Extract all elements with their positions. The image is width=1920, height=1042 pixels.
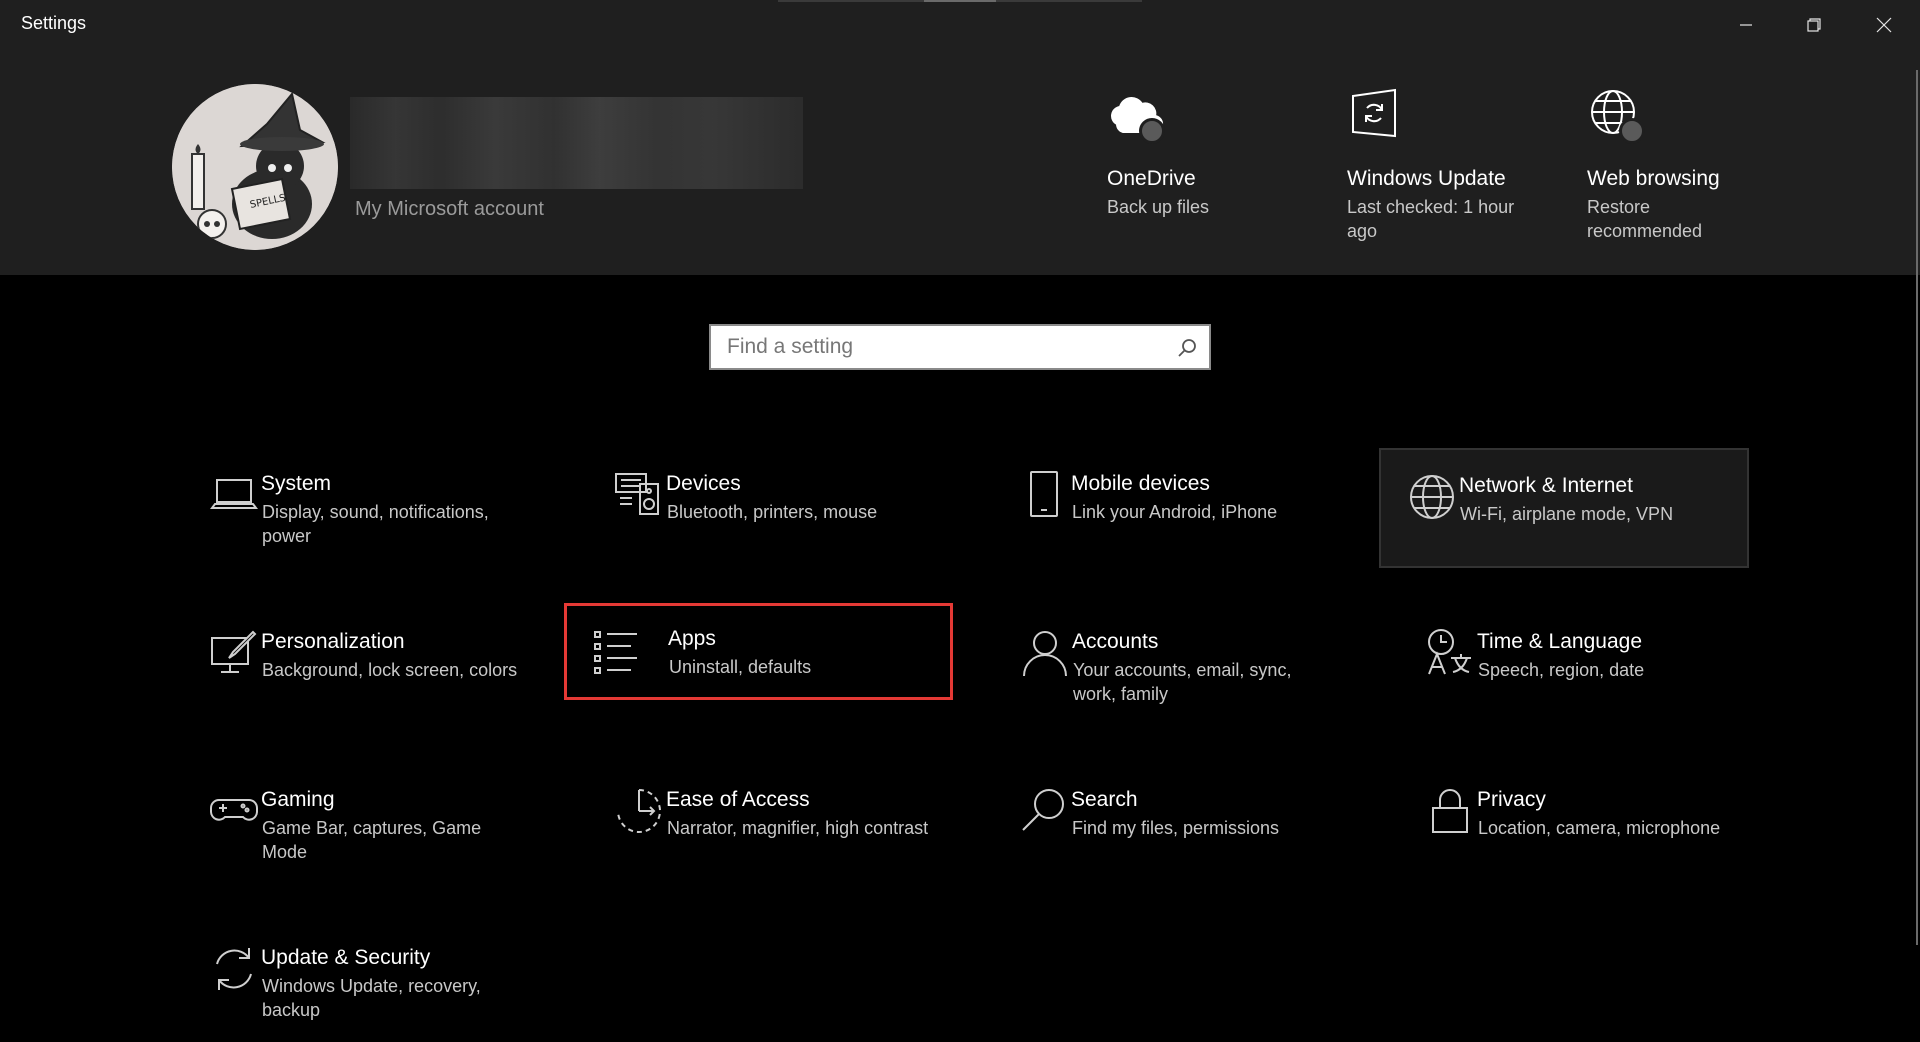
paint-brush-icon (209, 628, 259, 678)
avatar[interactable]: SPELLS (172, 84, 338, 250)
web-globe-icon (1587, 86, 1647, 146)
tile-title: Ease of Access (666, 788, 810, 811)
tile-apps[interactable]: Apps Uninstall, defaults (564, 603, 953, 700)
tile-title: Time & Language (1477, 630, 1642, 653)
tile-update-security[interactable]: Update & Security Windows Update, recove… (183, 922, 553, 1042)
close-button[interactable] (1850, 0, 1918, 49)
onedrive-cloud-icon (1107, 86, 1167, 146)
scrollbar[interactable] (1916, 70, 1918, 945)
gamepad-icon (209, 786, 259, 836)
tile-subtitle: Display, sound, notifications, power (262, 502, 489, 546)
windows-update-icon (1347, 86, 1407, 146)
tile-subtitle: Bluetooth, printers, mouse (667, 502, 878, 522)
tile-subtitle: Background, lock screen, colors (262, 660, 518, 680)
tile-subtitle: Narrator, magnifier, high contrast (667, 818, 929, 838)
tile-subtitle: Wi-Fi, airplane mode, VPN (1460, 504, 1674, 524)
tile-subtitle: Location, camera, microphone (1478, 818, 1721, 838)
tile-devices[interactable]: Devices Bluetooth, printers, mouse (588, 448, 958, 568)
title-bar: Settings (0, 0, 1920, 49)
minimize-icon (1740, 23, 1752, 26)
laptop-icon (209, 470, 259, 520)
quick-onedrive[interactable]: OneDrive Back up files (1107, 86, 1287, 219)
window-title: Settings (21, 13, 87, 33)
status-dot (1139, 118, 1165, 144)
tile-accounts[interactable]: Accounts Your accounts, email, sync, wor… (994, 606, 1364, 726)
quick-title: OneDrive (1107, 167, 1196, 190)
account-header: SPELLS My Microsoft account OneDrive Bac… (0, 49, 1920, 275)
lock-icon (1425, 786, 1475, 836)
quick-subtitle: Last checked: 1 hour ago (1347, 197, 1515, 241)
restore-button[interactable] (1780, 0, 1848, 49)
tile-network-internet[interactable]: Network & Internet Wi-Fi, airplane mode,… (1379, 448, 1749, 568)
tile-title: Personalization (261, 630, 405, 653)
tile-ease-of-access[interactable]: Ease of Access Narrator, magnifier, high… (588, 764, 958, 884)
tile-title: Gaming (261, 788, 335, 811)
sync-arrows-icon (209, 944, 259, 994)
tile-gaming[interactable]: Gaming Game Bar, captures, Game Mode (183, 764, 553, 884)
tile-title: Network & Internet (1459, 474, 1633, 497)
tile-title: Search (1071, 788, 1138, 811)
tile-search[interactable]: Search Find my files, permissions (993, 764, 1363, 884)
quick-web-browsing[interactable]: Web browsing Restore recommended (1587, 86, 1767, 243)
tile-title: Apps (668, 627, 716, 650)
microsoft-account-link[interactable]: My Microsoft account (355, 198, 544, 221)
phone-icon (1019, 470, 1069, 520)
quick-subtitle: Restore recommended (1587, 197, 1703, 241)
quick-windows-update[interactable]: Windows Update Last checked: 1 hour ago (1347, 86, 1527, 243)
tile-subtitle: Game Bar, captures, Game Mode (262, 818, 482, 862)
person-icon (1020, 628, 1070, 678)
tile-subtitle: Find my files, permissions (1072, 818, 1280, 838)
tile-title: Mobile devices (1071, 472, 1210, 495)
tile-subtitle: Link your Android, iPhone (1072, 502, 1278, 522)
tile-subtitle: Windows Update, recovery, backup (262, 976, 481, 1020)
tile-personalization[interactable]: Personalization Background, lock screen,… (183, 606, 553, 726)
apps-list-icon (593, 628, 643, 678)
tile-title: Devices (666, 472, 741, 495)
magnifier-icon (1019, 786, 1069, 836)
tile-subtitle: Uninstall, defaults (669, 657, 812, 677)
tile-title: System (261, 472, 332, 495)
status-dot (1619, 118, 1645, 144)
restore-icon (1807, 17, 1821, 32)
close-icon (1876, 17, 1892, 32)
tile-subtitle: Your accounts, email, sync, work, family (1073, 660, 1292, 704)
tile-privacy[interactable]: Privacy Location, camera, microphone (1399, 764, 1769, 884)
tile-system[interactable]: System Display, sound, notifications, po… (183, 448, 553, 568)
minimize-button[interactable] (1712, 0, 1780, 49)
tile-mobile-devices[interactable]: Mobile devices Link your Android, iPhone (993, 448, 1363, 568)
tile-title: Privacy (1477, 788, 1546, 811)
tile-title: Accounts (1072, 630, 1159, 653)
keyboard-speaker-icon (614, 470, 664, 520)
search-input[interactable] (711, 326, 1183, 368)
ease-of-access-icon (614, 786, 664, 836)
tile-title: Update & Security (261, 946, 431, 969)
avatar-cat-witch-image: SPELLS (172, 84, 338, 250)
top-progress-indicator (778, 0, 1142, 2)
tile-subtitle: Speech, region, date (1478, 660, 1645, 680)
quick-title: Windows Update (1347, 167, 1506, 190)
find-setting-search[interactable] (709, 324, 1211, 370)
time-language-icon (1425, 628, 1475, 678)
globe-icon (1407, 472, 1457, 522)
tile-time-language[interactable]: Time & Language Speech, region, date (1399, 606, 1769, 726)
quick-subtitle: Back up files (1107, 197, 1210, 217)
search-icon[interactable] (1177, 338, 1197, 363)
account-name-redacted (350, 97, 803, 189)
quick-title: Web browsing (1587, 167, 1720, 190)
